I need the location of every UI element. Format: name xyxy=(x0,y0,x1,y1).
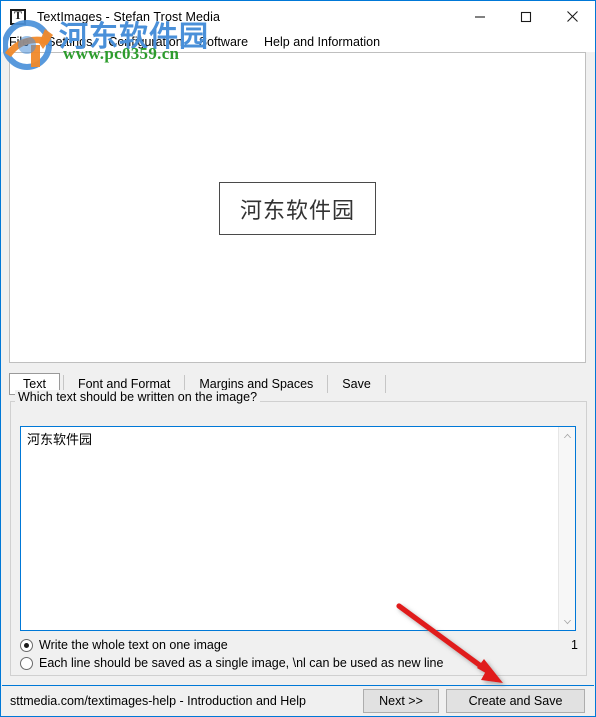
tab-separator xyxy=(384,375,386,393)
radio-write-whole-text[interactable]: Write the whole text on one image xyxy=(20,638,228,652)
scroll-down-icon[interactable] xyxy=(559,613,576,630)
preview-image-text: 河东软件园 xyxy=(239,198,355,224)
minimize-icon[interactable] xyxy=(457,1,503,32)
close-icon[interactable] xyxy=(549,1,595,32)
scroll-up-icon[interactable] xyxy=(559,427,576,444)
image-preview-panel: 河东软件园 xyxy=(9,52,586,363)
text-input-container xyxy=(20,426,576,631)
next-button[interactable]: Next >> xyxy=(363,689,439,713)
text-input[interactable] xyxy=(21,427,558,630)
menu-item-software[interactable]: Software xyxy=(199,35,248,49)
app-t-icon xyxy=(10,8,26,25)
application-window: TextImages - Stefan Trost Media File Set… xyxy=(0,0,596,717)
bottom-bar: sttmedia.com/textimages-help - Introduct… xyxy=(2,685,594,716)
tab-save[interactable]: Save xyxy=(331,373,382,395)
status-help-link[interactable]: sttmedia.com/textimages-help - Introduct… xyxy=(10,694,306,708)
menu-item-help-and-information[interactable]: Help and Information xyxy=(264,35,380,49)
radio-selected-icon xyxy=(20,638,33,652)
tab-separator xyxy=(327,375,329,393)
menu-bar: File Settings Configuration Software Hel… xyxy=(1,32,595,52)
radio-each-line-label: Each line should be saved as a single im… xyxy=(39,656,444,670)
window-controls xyxy=(457,1,595,32)
generated-image-preview: 河东软件园 xyxy=(219,182,376,235)
maximize-icon[interactable] xyxy=(503,1,549,32)
radio-unselected-icon xyxy=(20,656,33,670)
menu-item-file[interactable]: File xyxy=(9,35,29,49)
create-and-save-button[interactable]: Create and Save xyxy=(446,689,585,713)
image-count-value: 1 xyxy=(571,638,578,652)
radio-each-line-single-image[interactable]: Each line should be saved as a single im… xyxy=(20,656,443,670)
group-border-right xyxy=(254,401,587,402)
text-input-scrollbar[interactable] xyxy=(558,427,575,630)
radio-write-whole-text-label: Write the whole text on one image xyxy=(39,638,228,652)
title-bar: TextImages - Stefan Trost Media xyxy=(1,1,595,33)
menu-item-settings[interactable]: Settings xyxy=(47,35,92,49)
menu-item-configuration[interactable]: Configuration xyxy=(108,35,182,49)
group-box-label: Which text should be written on the imag… xyxy=(15,390,261,404)
window-title: TextImages - Stefan Trost Media xyxy=(37,10,221,24)
